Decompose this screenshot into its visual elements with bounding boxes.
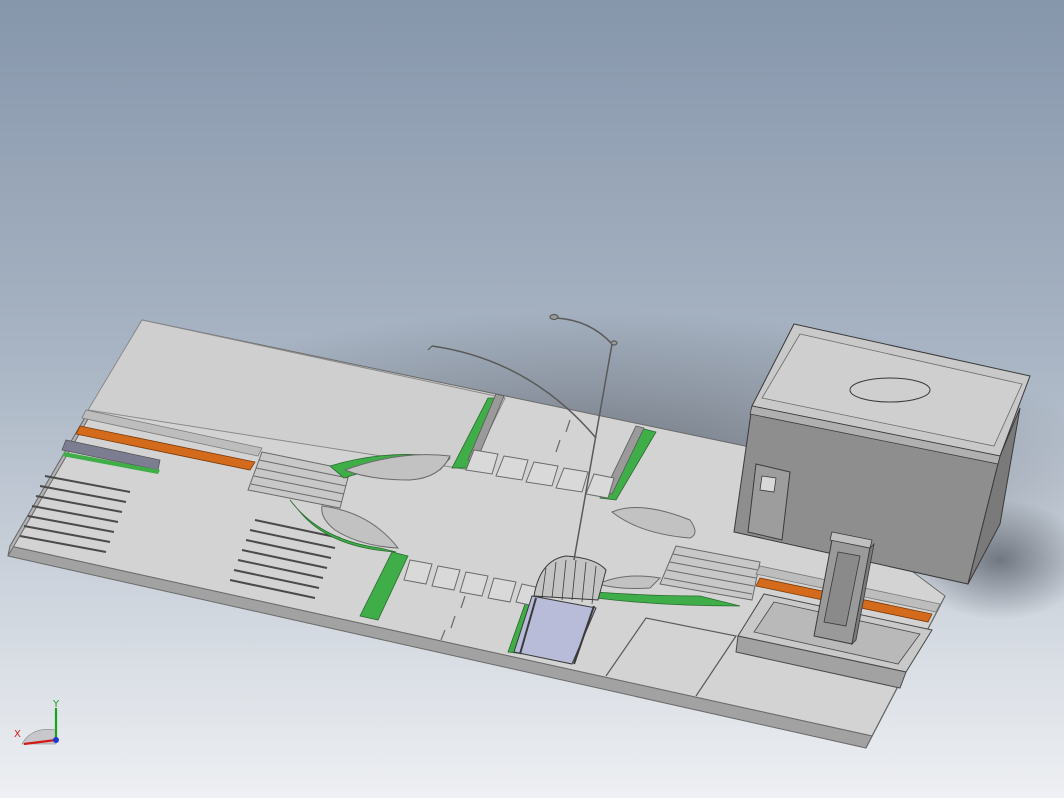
- z-axis-marker: [53, 737, 59, 743]
- y-axis-label: Y: [53, 699, 60, 710]
- door-window: [759, 475, 777, 493]
- reference-triad: X Y: [8, 700, 68, 760]
- x-axis-label: X: [14, 729, 21, 740]
- 3d-model-viewport[interactable]: [0, 0, 1064, 798]
- building-door[interactable]: [747, 463, 791, 541]
